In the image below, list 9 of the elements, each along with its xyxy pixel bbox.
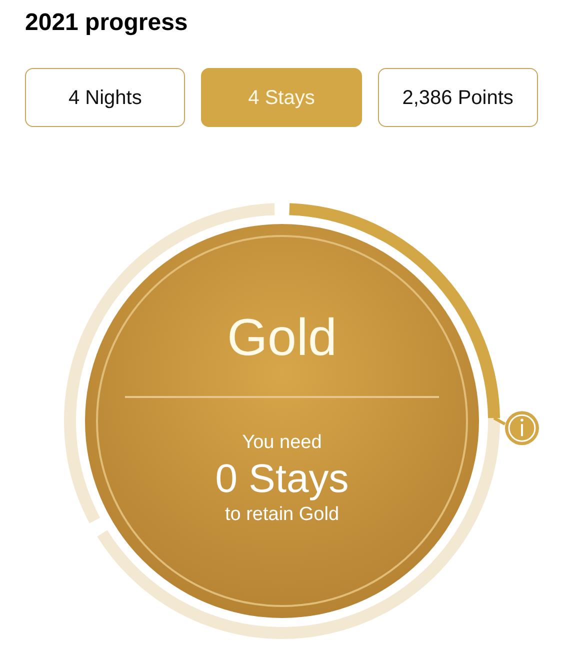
- need-label: You need: [242, 432, 322, 454]
- progress-tab[interactable]: 2,386 Points: [378, 68, 538, 127]
- need-value: 0 Stays: [215, 456, 349, 502]
- progress-tab[interactable]: 4 Nights: [25, 68, 186, 127]
- info-icon[interactable]: [504, 411, 539, 446]
- retain-label: to retain Gold: [224, 504, 340, 526]
- leader-line: [493, 416, 506, 426]
- tier-name: Gold: [227, 308, 337, 368]
- section-title: 2021 progress: [25, 9, 189, 37]
